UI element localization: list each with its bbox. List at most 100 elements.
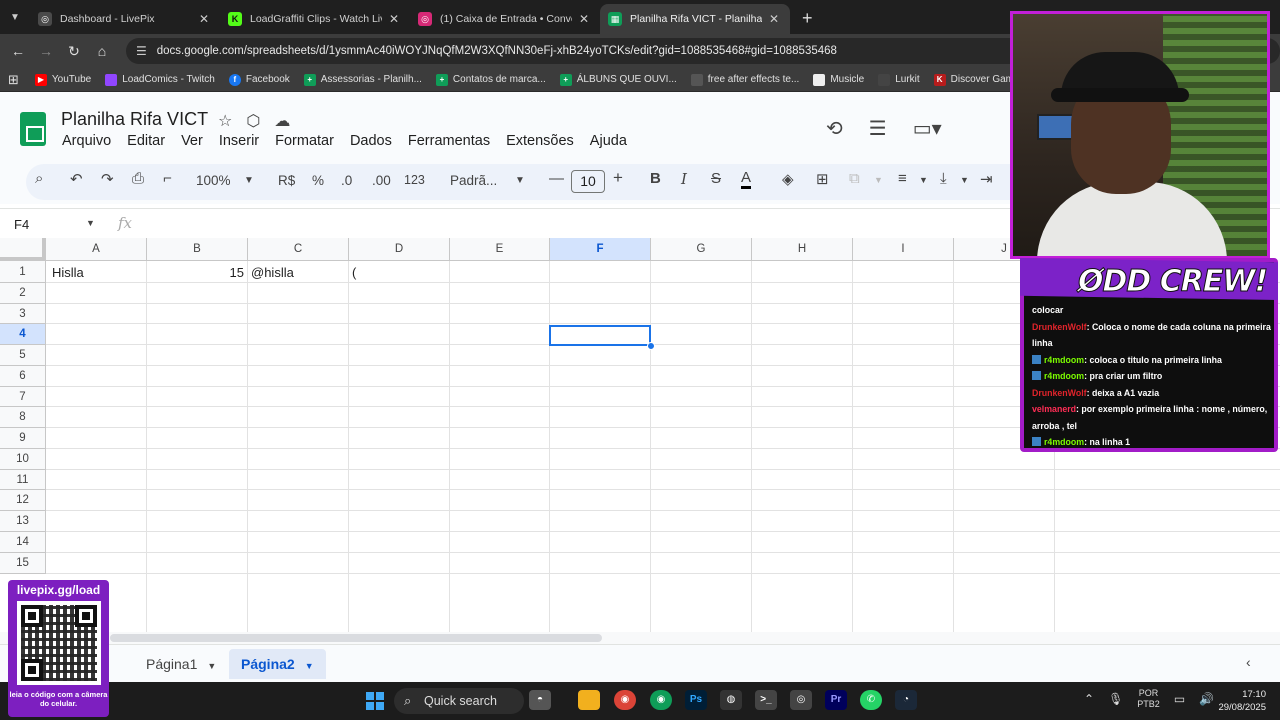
sheet-tab-pagina2[interactable]: Página2 ▼ (229, 649, 326, 679)
language-indicator[interactable]: POR PTB2 (1137, 688, 1160, 710)
whatsapp-icon[interactable]: ✆ (860, 690, 882, 710)
windows-start-icon[interactable] (366, 692, 384, 710)
home-icon[interactable]: ⌂ (88, 43, 116, 59)
bookmark-youtube[interactable]: ▶ YouTube (34, 73, 91, 86)
name-box[interactable]: F4 (14, 217, 29, 232)
selected-cell-outline[interactable] (549, 325, 651, 346)
column-header-h[interactable]: H (752, 238, 853, 261)
row-header-3[interactable]: 3 (0, 304, 46, 324)
percent-format-button[interactable]: % (312, 173, 324, 188)
zoom-select[interactable]: 100% (196, 173, 231, 188)
currency-format-button[interactable]: R$ (278, 173, 295, 188)
menu-ver[interactable]: Ver (181, 133, 203, 149)
menu-dados[interactable]: Dados (350, 133, 392, 149)
merge-chevron-down-icon[interactable]: ▼ (874, 175, 883, 185)
menu-arquivo[interactable]: Arquivo (62, 133, 111, 149)
row-header-8[interactable]: 8 (0, 407, 46, 428)
menu-extensoes[interactable]: Extensões (506, 133, 574, 149)
close-tab-icon[interactable]: ✕ (386, 12, 402, 26)
fill-handle[interactable] (647, 342, 655, 350)
font-size-input[interactable]: 10 (571, 170, 605, 193)
sheet-tab-chevron-down-icon[interactable]: ▼ (207, 661, 216, 671)
redo-icon[interactable]: ↷ (101, 170, 114, 188)
row-header-5[interactable]: 5 (0, 345, 46, 366)
menu-ajuda[interactable]: Ajuda (590, 133, 627, 149)
photoshop-icon[interactable]: Ps (685, 690, 707, 710)
text-wrap-icon[interactable]: ⇥ (980, 170, 993, 188)
print-icon[interactable]: ⎙ (132, 170, 144, 187)
row-header-13[interactable]: 13 (0, 511, 46, 532)
premiere-icon[interactable]: Pr (825, 690, 847, 710)
chevron-up-icon[interactable]: ⌃ (1084, 692, 1094, 706)
decrease-font-size-icon[interactable]: — (549, 170, 564, 187)
new-tab-button[interactable]: + (790, 4, 825, 34)
name-box-chevron-down-icon[interactable]: ▼ (86, 218, 95, 228)
menu-inserir[interactable]: Inserir (219, 133, 259, 149)
fill-color-icon[interactable]: ◈ (782, 170, 794, 188)
number-format-button[interactable]: 123 (404, 173, 425, 187)
file-explorer-icon[interactable] (578, 690, 600, 710)
column-header-a[interactable]: A (46, 238, 147, 261)
text-color-icon[interactable]: A (741, 170, 752, 189)
microphone-icon[interactable]: 🎙 (1108, 692, 1123, 706)
italic-icon[interactable]: I (681, 170, 687, 188)
row-header-12[interactable]: 12 (0, 490, 46, 511)
column-header-f[interactable]: F (550, 238, 651, 261)
tab-search-icon[interactable]: ▼ (0, 0, 30, 34)
bookmark-after-effects[interactable]: free after effects te... (690, 73, 799, 86)
menu-ferramentas[interactable]: Ferramentas (408, 133, 490, 149)
bookmark-twitch[interactable]: LoadComics - Twitch (105, 73, 215, 86)
strikethrough-icon[interactable]: S (711, 170, 721, 187)
undo-icon[interactable]: ↶ (70, 170, 83, 188)
browser-tab-instagram[interactable]: ◎ (1) Caixa de Entrada • Conversa ✕ (410, 4, 600, 34)
forward-arrow-icon[interactable]: → (32, 43, 60, 59)
taskbar-clock[interactable]: 17:10 29/08/2025 (1214, 688, 1266, 714)
row-header-2[interactable]: 2 (0, 283, 46, 304)
version-history-icon[interactable]: ⟲ (826, 116, 843, 141)
font-family-select[interactable]: Padrã... (450, 173, 497, 188)
gamepad-icon[interactable]: ◓ (529, 690, 551, 710)
sheet-tab-chevron-down-icon[interactable]: ▼ (305, 661, 314, 671)
browser-tab-sheets[interactable]: ▦ Planilha Rifa VICT - Planilhas Go ✕ (600, 4, 790, 34)
borders-icon[interactable]: ⊞ (816, 170, 829, 188)
apps-grid-icon[interactable]: ⊞ (8, 72, 19, 88)
row-header-15[interactable]: 15 (0, 553, 46, 574)
row-header-1[interactable]: 1 (0, 261, 46, 283)
row-header-11[interactable]: 11 (0, 470, 46, 490)
row-header-7[interactable]: 7 (0, 387, 46, 407)
back-arrow-icon[interactable]: ← (4, 43, 32, 59)
scrollbar-thumb[interactable] (110, 634, 602, 642)
increase-decimal-button[interactable]: .00 (372, 173, 391, 188)
valign-chevron-down-icon[interactable]: ▼ (960, 175, 969, 185)
bookmark-facebook[interactable]: f Facebook (228, 73, 290, 86)
network-icon[interactable]: ▭ (1174, 692, 1185, 706)
obs-icon[interactable]: ◍ (720, 690, 742, 710)
font-chevron-down-icon[interactable]: ▼ (515, 175, 525, 186)
star-icon[interactable]: ☆ (218, 111, 232, 131)
app-icon[interactable]: ◎ (790, 690, 812, 710)
row-header-4[interactable]: 4 (0, 324, 46, 345)
close-tab-icon[interactable]: ✕ (766, 12, 782, 26)
column-header-b[interactable]: B (147, 238, 248, 261)
comments-icon[interactable]: ☰ (869, 116, 887, 141)
column-header-g[interactable]: G (651, 238, 752, 261)
browser-tab-livepix[interactable]: ◎ Dashboard - LivePix ✕ (30, 4, 220, 34)
cell-c1[interactable]: @hislla (248, 265, 348, 280)
move-to-folder-icon[interactable]: ⬡ (246, 111, 260, 131)
browser-tab-kick[interactable]: K LoadGraffiti Clips - Watch Live o ✕ (220, 4, 410, 34)
align-chevron-down-icon[interactable]: ▼ (919, 175, 928, 185)
taskbar-search[interactable]: ⌕ Quick search (394, 688, 524, 714)
select-all-corner[interactable] (0, 238, 46, 261)
bookmark-lurkit[interactable]: Lurkit (878, 73, 920, 86)
column-header-i[interactable]: I (853, 238, 954, 261)
bookmark-albuns[interactable]: + ÁLBUNS QUE OUVI... (559, 73, 677, 86)
close-tab-icon[interactable]: ✕ (196, 12, 212, 26)
chrome-profile-icon[interactable]: ◉ (650, 690, 672, 710)
horizontal-scrollbar[interactable] (0, 632, 1280, 644)
bookmark-musicle[interactable]: Musicle (813, 73, 864, 86)
cell-b1[interactable]: 15 (147, 265, 247, 280)
column-header-e[interactable]: E (450, 238, 550, 261)
cloud-saved-icon[interactable]: ☁ (274, 111, 290, 131)
cell-d1[interactable]: ( (349, 265, 449, 280)
merge-cells-icon[interactable]: ⧉ (849, 170, 860, 187)
